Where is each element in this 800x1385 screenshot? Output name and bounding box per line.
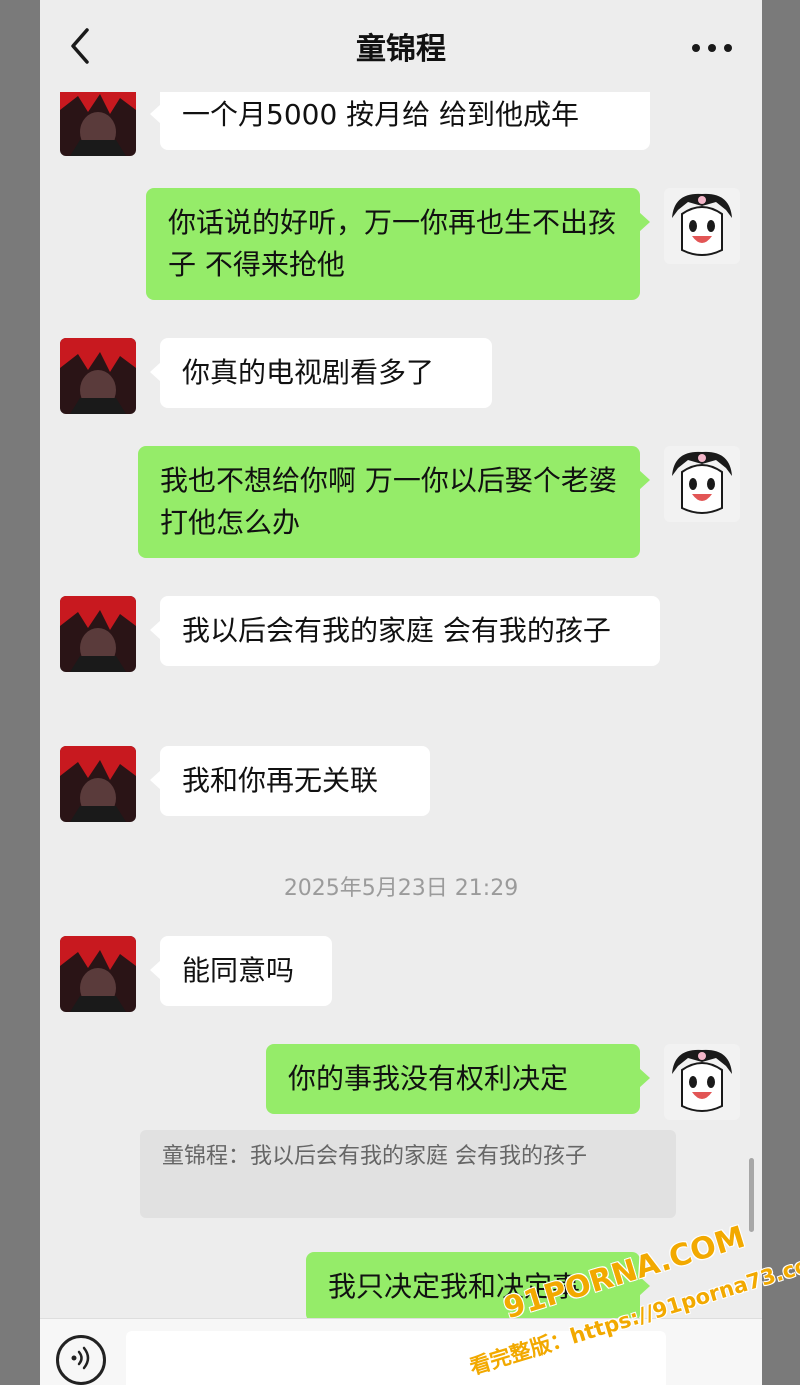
message-bubble[interactable]: 你真的电视剧看多了 <box>150 338 492 408</box>
user-avatar[interactable] <box>664 188 740 264</box>
contact-avatar[interactable] <box>60 936 136 1012</box>
user-avatar[interactable] <box>664 446 740 522</box>
contact-avatar[interactable] <box>60 338 136 414</box>
message-bubble[interactable]: 我也不想给你啊 万一你以后娶个老婆打他怎么办 <box>138 446 650 558</box>
contact-avatar[interactable] <box>60 596 136 672</box>
message-timestamp: 2025年5月23日 21:29 <box>283 876 519 901</box>
user-avatar[interactable] <box>664 1044 740 1120</box>
quoted-message[interactable]: 童锦程：我以后会有我的家庭 会有我的孩子 <box>140 1130 676 1218</box>
message-bubble[interactable]: 我和你再无关联 <box>150 746 430 816</box>
input-bar <box>40 1318 762 1385</box>
message-bubble[interactable]: 你话说的好听，万一你再也生不出孩子 不得来抢他 <box>146 188 650 300</box>
message-bubble[interactable]: 你的事我没有权利决定 <box>266 1044 650 1114</box>
message-bubble[interactable]: 我以后会有我的家庭 会有我的孩子 <box>150 596 660 666</box>
more-dots-icon <box>692 44 700 52</box>
scrollbar[interactable] <box>749 1158 754 1232</box>
voice-button[interactable] <box>56 1335 106 1385</box>
left-backdrop <box>0 0 40 1385</box>
chat-screen: 一个月5000 按月给 给到他成年 你话说的好听，万一你再也生不出孩子 不得来抢… <box>40 0 762 1385</box>
contact-avatar[interactable] <box>60 746 136 822</box>
voice-icon <box>68 1345 94 1375</box>
chat-title: 童锦程 <box>356 32 446 67</box>
chat-header: 童锦程 <box>40 0 762 92</box>
right-backdrop <box>762 0 800 1385</box>
message-bubble[interactable]: 能同意吗 <box>150 936 332 1006</box>
more-button[interactable] <box>692 28 732 68</box>
